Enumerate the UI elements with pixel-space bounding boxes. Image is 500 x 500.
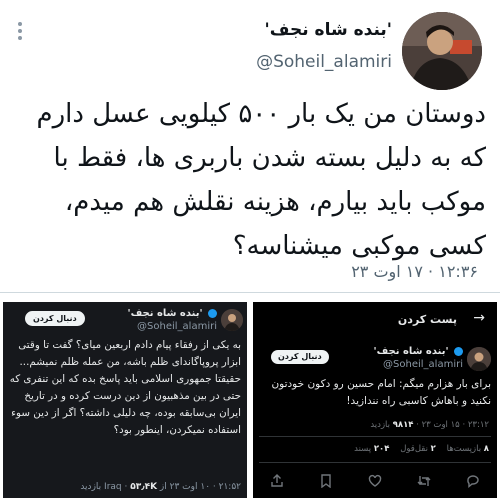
back-arrow-icon[interactable]: → — [473, 310, 485, 326]
quoted-tweet-left: 'بنده شاه نجف' @Soheil_alamiri دنبال کرد… — [3, 302, 247, 498]
user-handle[interactable]: @Soheil_alamiri — [383, 359, 463, 370]
tweet-text: برای بار هزارم میگم: امام حسین رو دکون خ… — [271, 378, 491, 407]
verified-badge-icon — [208, 308, 217, 318]
avatar[interactable] — [402, 12, 482, 90]
action-bar — [253, 470, 497, 492]
follow-button[interactable]: دنبال کردن — [25, 311, 85, 326]
display-name[interactable]: 'بنده شاه نجف' — [128, 308, 217, 319]
main-tweet: 'بنده شاه نجف' @Soheil_alamiri دوستان من… — [0, 0, 500, 300]
post-header: پست کردن → — [253, 302, 497, 340]
reply-icon[interactable] — [463, 471, 483, 491]
tweet-meta: ۲۳:۱۲ · ۱۵ اوت ۲۳ · ۹۸۱۴ بازدید — [370, 420, 489, 430]
display-name[interactable]: 'بنده شاه نجف' — [265, 20, 392, 40]
quote-label[interactable]: نقل‌قول — [400, 444, 428, 454]
divider — [0, 292, 500, 293]
user-handle[interactable]: @Soheil_alamiri — [256, 52, 392, 72]
tweet-timestamp[interactable]: ۲۳:۱۲ · ۱۵ اوت ۲۳ · — [416, 420, 489, 430]
bookmark-icon[interactable] — [316, 471, 336, 491]
display-name-text: 'بنده شاه نجف' — [373, 346, 449, 357]
view-count-label: بازدید — [80, 482, 102, 492]
quoted-tweet-right: پست کردن → 'بنده شاه نجف' @Soheil_alamir… — [253, 302, 497, 498]
tweet-timestamp[interactable]: ۲۱:۵۲ · ۱۰ اوت ۲۳ از Iraq · — [104, 482, 241, 492]
like-label[interactable]: پسند — [354, 444, 371, 454]
like-count[interactable]: ۲۰۴ — [374, 444, 390, 454]
page-title: پست کردن — [397, 313, 457, 326]
view-count: ۹۸۱۴ — [392, 420, 414, 430]
view-count-label: بازدید — [370, 420, 391, 430]
repost-icon[interactable] — [414, 471, 434, 491]
tweet-meta: ۲۱:۵۲ · ۱۰ اوت ۲۳ از Iraq · ۵۳٫۴K بازدید — [80, 482, 241, 492]
view-count: ۵۳٫۴K — [130, 482, 158, 492]
share-icon[interactable] — [267, 471, 287, 491]
follow-button[interactable]: دنبال کردن — [271, 350, 329, 364]
like-icon[interactable] — [365, 471, 385, 491]
tweet-timestamp[interactable]: ۱۲:۳۶ · ۱۷ اوت ۲۳ — [351, 262, 478, 281]
display-name-text: 'بنده شاه نجف' — [127, 308, 203, 319]
quote-count[interactable]: ۲ — [431, 444, 436, 454]
avatar[interactable] — [467, 347, 491, 371]
more-options-icon[interactable] — [16, 22, 24, 43]
verified-badge-icon — [454, 346, 463, 356]
user-handle[interactable]: @Soheil_alamiri — [137, 321, 217, 332]
tweet-text: دوستان من یک بار ۵۰۰ کیلویی عسل دارم که … — [36, 99, 486, 261]
engagement-stats: ۸ بازپست‌ها ۲ نقل‌قول ۲۰۴ پسند — [354, 444, 489, 454]
repost-count[interactable]: ۸ — [484, 444, 489, 454]
avatar[interactable] — [221, 309, 243, 331]
divider — [259, 462, 491, 463]
divider — [259, 436, 491, 437]
display-name[interactable]: 'بنده شاه نجف' — [374, 346, 463, 357]
repost-label[interactable]: بازپست‌ها — [447, 444, 481, 454]
tweet-text: به یکی از رفقاء پیام دادم اربعین میای؟ گ… — [9, 339, 241, 436]
